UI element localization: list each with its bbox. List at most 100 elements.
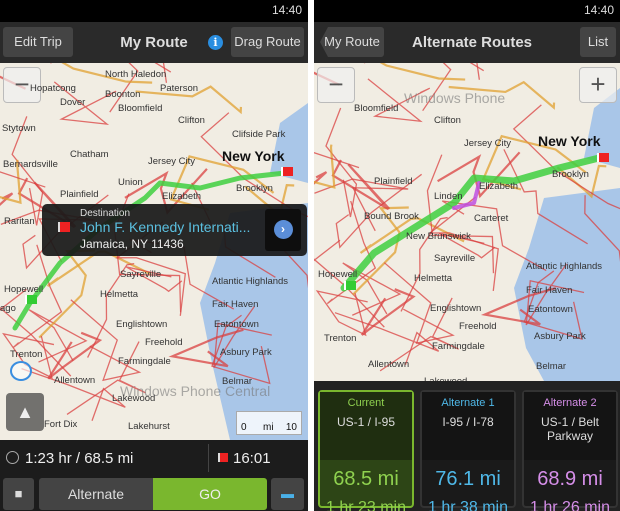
map-label: Asbury Park xyxy=(534,331,586,342)
list-button[interactable]: List xyxy=(580,27,616,57)
map-label: Allentown xyxy=(368,359,410,370)
info-icon[interactable]: i xyxy=(208,35,223,50)
top-bar: Edit Trip My Route i Drag Route xyxy=(0,22,308,63)
map-label: Dover xyxy=(60,97,86,108)
map-scale: 0 mi 10 xyxy=(236,411,302,435)
map-label: Fair Haven xyxy=(212,299,259,310)
map-label: Paterson xyxy=(160,83,199,94)
route-option-alternate-2[interactable]: Alternate 2 US-1 / Belt Parkway 68.9 mi 1 h… xyxy=(522,390,618,511)
map-label: Brooklyn xyxy=(236,183,273,194)
map-label: Boonton xyxy=(105,89,141,100)
map-label: Lakewood xyxy=(112,393,156,404)
route-summary: 1:23 hr / 68.5 mi 16:01 xyxy=(0,440,308,476)
status-bar: 14:40 xyxy=(0,0,308,22)
map-label: Asbury Park xyxy=(220,347,272,358)
map-label: Stytown xyxy=(2,123,36,134)
flag-start-icon xyxy=(344,281,356,290)
car-button[interactable]: ▬ xyxy=(271,478,304,510)
scale-start: 0 xyxy=(241,422,247,433)
action-bar: ■ Alternate GO ▬ xyxy=(0,476,308,511)
destination-name: John F. Kennedy Internati... xyxy=(80,219,251,235)
map-label: Linden xyxy=(434,191,463,202)
map-label: Elizabeth xyxy=(479,181,519,192)
map-label: Plainfield xyxy=(60,189,99,200)
flag-icon xyxy=(218,453,228,462)
route-roads: I-95 / I-78 xyxy=(442,415,494,429)
alternate-button[interactable]: Alternate xyxy=(39,478,153,510)
route-time: 1 hr 26 min xyxy=(529,499,611,511)
map-label: Eatontown xyxy=(528,304,573,315)
route-name: Alternate 2 xyxy=(543,397,597,409)
route-distance: 68.9 mi xyxy=(537,468,603,490)
map-label: Bound Brook xyxy=(364,211,419,222)
route-roads: US-1 / I-95 xyxy=(336,415,396,429)
route-roads: US-1 / Belt Parkway xyxy=(540,415,600,443)
chevron-right-icon: › xyxy=(273,220,293,239)
map-label: Helmetta xyxy=(414,273,453,284)
destination-popup[interactable]: Destination John F. Kennedy Internati...… xyxy=(42,204,307,256)
top-bar: My Route Alternate Routes List xyxy=(314,22,620,63)
map-label: Englishtown xyxy=(116,319,168,330)
road xyxy=(476,63,480,80)
flag-end-icon xyxy=(597,153,609,162)
locate-icon[interactable] xyxy=(10,361,32,381)
flag-icon xyxy=(58,222,70,232)
map-label: Jersey City xyxy=(464,138,511,149)
map-label: Union xyxy=(118,177,143,188)
city-label: New York xyxy=(538,133,601,149)
status-bar: 14:40 xyxy=(314,0,620,22)
arrival-time: 16:01 xyxy=(233,450,271,467)
map-label: Sayreville xyxy=(120,269,162,280)
map-label: Carteret xyxy=(474,213,509,224)
route-distance: 76.1 mi xyxy=(435,468,501,490)
camera-icon: ■ xyxy=(14,486,23,501)
map-label: Hopewell xyxy=(318,269,358,280)
go-button[interactable]: GO xyxy=(153,478,267,510)
drag-route-button[interactable]: Drag Route xyxy=(231,27,304,57)
map-label: Bloomfield xyxy=(118,103,163,114)
map-label: Plainfield xyxy=(374,176,413,187)
road xyxy=(325,107,358,218)
map-label: Atlantic Highlands xyxy=(526,261,603,272)
traffic-button[interactable]: ▲ xyxy=(6,393,44,431)
route-time: 1 hr 23 min xyxy=(325,499,407,511)
zoom-in-button[interactable]: + xyxy=(579,67,617,103)
map-label: Farmingdale xyxy=(432,341,485,352)
map-label: Hopewell xyxy=(4,284,44,295)
map-label: Bernardsville xyxy=(3,159,58,170)
alternate-routes-screen: 14:40 My Route Alternate Routes List − +… xyxy=(314,0,620,511)
road xyxy=(47,331,103,380)
map-label: Farmingdale xyxy=(118,356,171,367)
map-label: Hopatcong xyxy=(30,83,76,94)
map[interactable]: − + New York Windows Phone Bloomfield Jer… xyxy=(314,63,620,381)
map-label: Clifton xyxy=(178,115,205,126)
map-label: Elizabeth xyxy=(162,191,202,202)
route-name: Current xyxy=(347,397,385,409)
map-label: Clifside Park xyxy=(232,129,286,140)
clock: 14:40 xyxy=(583,3,614,17)
map-label: Atlantic Highlands xyxy=(212,276,289,287)
road xyxy=(0,192,14,206)
map-label: Chatham xyxy=(70,149,109,160)
map-label: Belmar xyxy=(222,376,253,387)
flag-start-icon xyxy=(25,295,37,304)
destination-label: Destination xyxy=(80,208,131,219)
map-label: Clifton xyxy=(434,115,461,126)
clock: 14:40 xyxy=(271,3,302,17)
map-label: Raritan xyxy=(4,216,35,227)
route-option-alternate-1[interactable]: Alternate 1 I-95 / I-78 76.1 mi 1 hr 38 min xyxy=(420,390,516,511)
car-icon: ▬ xyxy=(281,486,294,501)
route-time: 1 hr 38 min xyxy=(427,499,509,511)
watermark: Windows Phone xyxy=(404,90,506,106)
zoom-out-button[interactable]: − xyxy=(317,67,355,103)
map-label: Fair Haven xyxy=(526,285,573,296)
road xyxy=(70,299,142,382)
route-option-current[interactable]: Current US-1 / I-95 68.5 mi 1 hr 23 min xyxy=(318,390,414,511)
map-label: ago xyxy=(0,303,16,314)
map-label: Brooklyn xyxy=(552,169,589,180)
destination-details-button[interactable]: › xyxy=(265,209,301,251)
city-label: New York xyxy=(222,148,285,164)
map-label: Trenton xyxy=(324,333,357,344)
camera-button[interactable]: ■ xyxy=(3,478,34,510)
map-label: Freehold xyxy=(145,337,183,348)
